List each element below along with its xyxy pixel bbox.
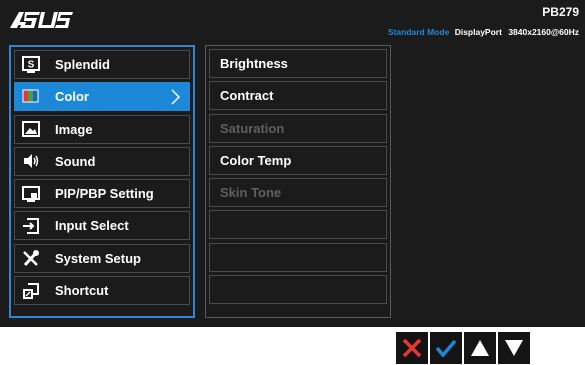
splendid-icon: S xyxy=(21,55,41,75)
menu-item-input-select[interactable]: Input Select xyxy=(14,211,190,241)
submenu-item-empty xyxy=(209,210,387,240)
menu-item-splendid[interactable]: S Splendid xyxy=(14,50,190,79)
menu-item-shortcut[interactable]: Shortcut xyxy=(14,276,190,306)
menu-item-label: Sound xyxy=(55,153,96,169)
menu-item-label: System Setup xyxy=(55,250,141,266)
submenu-item-empty xyxy=(209,242,387,272)
up-button[interactable] xyxy=(464,332,496,364)
menu-item-label: Splendid xyxy=(55,57,110,72)
pip-icon xyxy=(21,184,41,204)
up-arrow-icon xyxy=(471,340,489,356)
menu-item-label: Image xyxy=(55,121,93,137)
svg-text:S: S xyxy=(28,59,35,70)
image-icon xyxy=(21,119,41,139)
submenu-item-saturation: Saturation xyxy=(209,113,387,143)
check-icon xyxy=(435,339,457,358)
osd-key-bar xyxy=(396,332,532,364)
chevron-right-icon xyxy=(171,89,181,105)
menu-item-label: Input Select xyxy=(55,218,129,234)
menu-item-label: Color xyxy=(55,89,89,105)
menu-item-label: Shortcut xyxy=(55,283,109,299)
asus-logo xyxy=(10,12,73,28)
confirm-button[interactable] xyxy=(430,332,462,364)
color-icon xyxy=(21,87,41,107)
down-arrow-icon xyxy=(505,340,523,356)
current-mode: Standard Mode xyxy=(387,27,450,37)
shortcut-icon xyxy=(21,281,41,301)
menu-item-image[interactable]: Image xyxy=(14,114,190,144)
osd-menu: PB279 Standard Mode DisplayPort 3840x216… xyxy=(0,0,585,327)
menu-item-label: PIP/PBP Setting xyxy=(55,186,154,202)
menu-item-sound[interactable]: Sound xyxy=(14,146,190,176)
submenu-item-contract[interactable]: Contract xyxy=(209,81,387,111)
menu-item-system-setup[interactable]: System Setup xyxy=(14,243,190,273)
menu-item-pip-pbp[interactable]: PIP/PBP Setting xyxy=(14,179,190,209)
down-button[interactable] xyxy=(498,332,530,364)
input-icon xyxy=(21,216,41,236)
model-name: PB279 xyxy=(542,5,579,19)
submenu-item-empty xyxy=(209,275,387,305)
submenu-item-color-temp[interactable]: Color Temp xyxy=(209,145,387,175)
submenu-item-skin-tone: Skin Tone xyxy=(209,178,387,208)
current-resolution: 3840x2160@60Hz xyxy=(508,27,579,37)
current-input: DisplayPort xyxy=(454,27,502,37)
submenu-panel: Brightness Contract Saturation Color Tem… xyxy=(205,45,391,318)
speaker-icon xyxy=(21,151,41,171)
wrench-icon xyxy=(21,248,41,268)
main-menu: S Splendid Color Image Sound PIP/PBP Set… xyxy=(9,45,195,318)
menu-item-color[interactable]: Color xyxy=(14,82,190,112)
close-button[interactable] xyxy=(396,332,428,364)
status-line: Standard Mode DisplayPort 3840x2160@60Hz xyxy=(388,27,579,37)
close-icon xyxy=(402,338,422,358)
submenu-item-brightness[interactable]: Brightness xyxy=(209,49,387,78)
